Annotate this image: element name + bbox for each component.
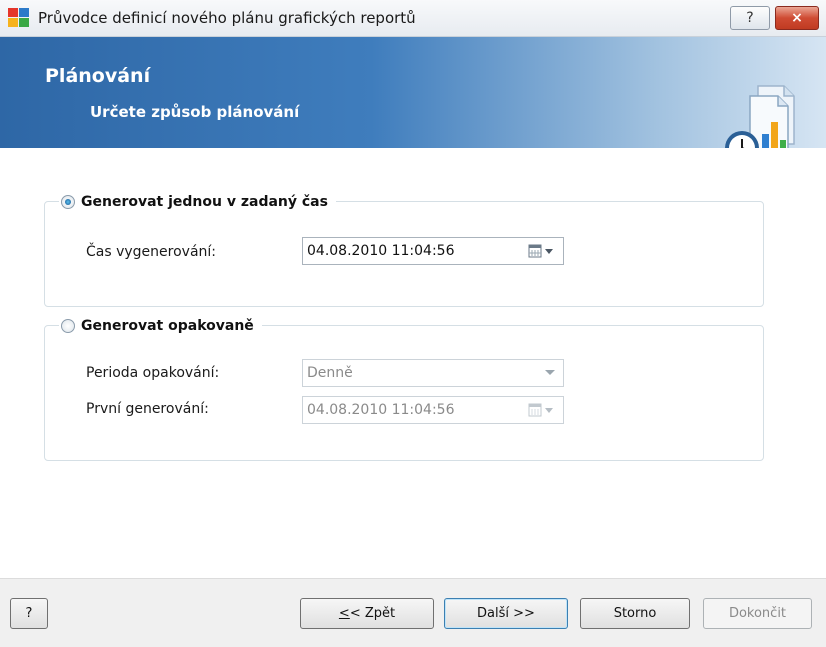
title-help-button[interactable]: ?	[730, 6, 770, 30]
option-repeat-label[interactable]: Generovat opakovaně	[81, 314, 254, 338]
option-repeat-legend[interactable]: Generovat opakovaně	[59, 314, 262, 338]
back-button-mnemonic: <	[338, 606, 350, 621]
button-bar: ? << Zpět Další >> Storno Dokončit	[0, 578, 826, 647]
option-once-radio[interactable]	[61, 195, 75, 209]
title-bar: Průvodce definicí nového plánu grafickýc…	[0, 0, 826, 37]
repeat-period-label: Perioda opakování:	[86, 365, 220, 381]
header-banner: Plánování Určete způsob plánování	[0, 37, 826, 167]
wizard-window: Průvodce definicí nového plánu grafickýc…	[0, 0, 826, 647]
cancel-button[interactable]: Storno	[580, 598, 690, 629]
window-title: Průvodce definicí nového plánu grafickýc…	[38, 9, 416, 27]
option-repeat-group: Generovat opakovaně Perioda opakování: D…	[44, 314, 764, 461]
chevron-down-icon[interactable]	[545, 370, 555, 375]
finish-button[interactable]: Dokončit	[703, 598, 812, 629]
calendar-icon[interactable]	[527, 403, 555, 417]
option-once-legend[interactable]: Generovat jednou v zadaný čas	[59, 190, 336, 214]
page-title: Plánování	[45, 65, 151, 87]
option-once-group: Generovat jednou v zadaný čas Čas vygene…	[44, 190, 764, 307]
generation-time-value: 04.08.2010 11:04:56	[307, 243, 455, 259]
repeat-period-select[interactable]: Denně	[302, 359, 564, 387]
option-once-label[interactable]: Generovat jednou v zadaný čas	[81, 190, 328, 214]
back-button[interactable]: << Zpět	[300, 598, 434, 629]
first-generation-value: 04.08.2010 11:04:56	[307, 402, 455, 418]
generation-time-label: Čas vygenerování:	[86, 244, 217, 260]
close-button[interactable]: ×	[775, 6, 819, 30]
page-subtitle: Určete způsob plánování	[90, 103, 300, 121]
next-button[interactable]: Další >>	[444, 598, 568, 629]
back-button-label: < Zpět	[349, 606, 396, 621]
first-generation-label: První generování:	[86, 401, 209, 417]
help-button[interactable]: ?	[10, 598, 48, 629]
wizard-content: Generovat jednou v zadaný čas Čas vygene…	[0, 148, 826, 578]
option-repeat-radio[interactable]	[61, 319, 75, 333]
avg-logo-icon	[8, 8, 29, 27]
first-generation-field[interactable]: 04.08.2010 11:04:56	[302, 396, 564, 424]
calendar-icon[interactable]	[527, 244, 555, 258]
repeat-period-value: Denně	[307, 365, 353, 381]
generation-time-field[interactable]: 04.08.2010 11:04:56	[302, 237, 564, 265]
